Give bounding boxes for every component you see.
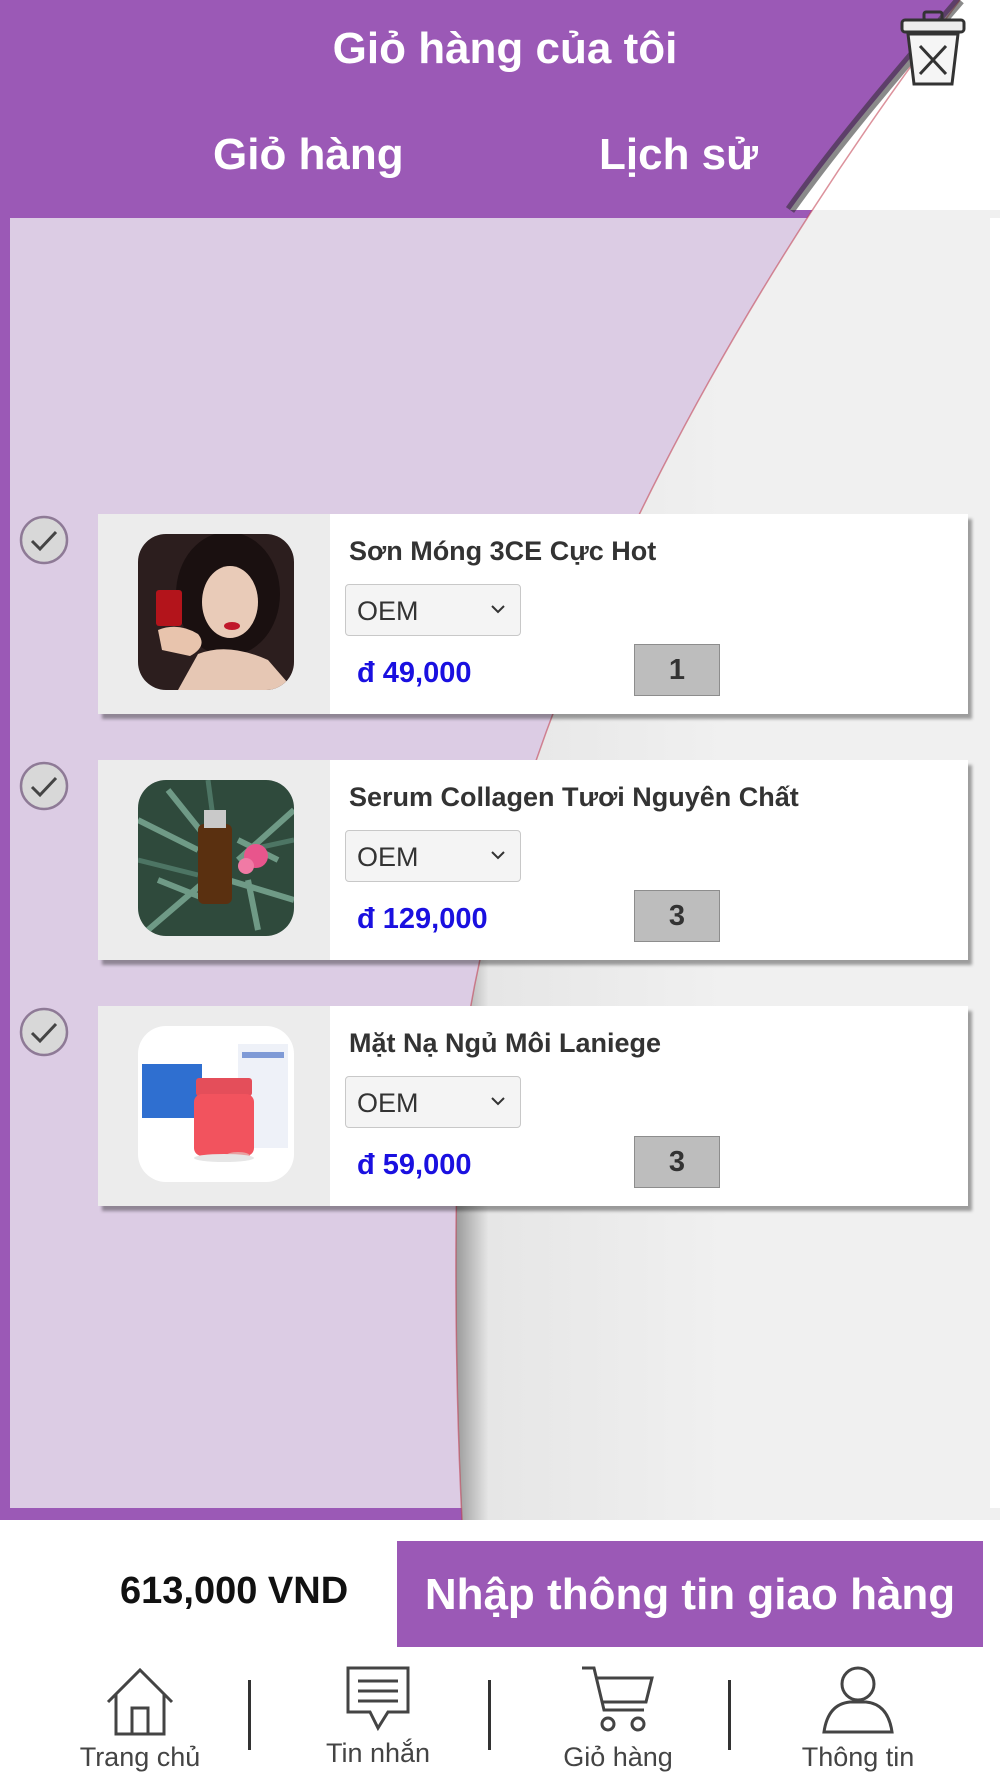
product-image[interactable]	[138, 534, 294, 690]
quantity-field[interactable]: 3	[634, 1136, 720, 1188]
cart-screen: Giỏ hàng của tôi Giỏ hàng Lịch sử Sơn Mó…	[0, 0, 1000, 1778]
product-price: đ 59,000	[357, 1149, 472, 1181]
nav-divider	[248, 1680, 251, 1750]
nav-label: Tin nhắn	[325, 1738, 431, 1768]
product-name: Mặt Nạ Ngủ Môi Laniege	[349, 1028, 662, 1058]
nav-label: Thông tin	[801, 1742, 915, 1772]
variant-select[interactable]: OEM	[345, 830, 521, 882]
product-price: đ 129,000	[357, 903, 488, 935]
nav-item-cart[interactable]: Giỏ hàng	[518, 1660, 718, 1778]
cart-icon	[582, 1666, 654, 1732]
message-icon	[346, 1666, 410, 1732]
variant-value: OEM	[357, 596, 419, 626]
nav-label: Trang chủ	[79, 1742, 201, 1772]
variant-value: OEM	[357, 1088, 419, 1118]
product-price: đ 49,000	[357, 657, 472, 689]
product-image[interactable]	[138, 1026, 294, 1182]
product-name: Serum Collagen Tươi Nguyên Chất	[349, 782, 799, 812]
nav-item-profile[interactable]: Thông tin	[758, 1660, 958, 1778]
cart-total: 613,000 VND	[120, 1570, 349, 1612]
product-name: Sơn Móng 3CE Cực Hot	[349, 536, 657, 566]
chevron-down-icon	[491, 1097, 505, 1106]
chevron-down-icon	[491, 605, 505, 614]
tab-cart[interactable]: Giỏ hàng	[213, 130, 404, 180]
nav-divider	[728, 1680, 731, 1750]
user-icon	[822, 1666, 894, 1734]
quantity-field[interactable]: 1	[634, 644, 720, 696]
nav-item-home[interactable]: Trang chủ	[40, 1660, 240, 1778]
variant-select[interactable]: OEM	[345, 1076, 521, 1128]
nav-divider	[488, 1680, 491, 1750]
trash-icon[interactable]	[898, 10, 968, 88]
tab-history[interactable]: Lịch sử	[599, 130, 758, 180]
cart-item-card: Sơn Móng 3CE Cực Hot OEM đ 49,000 1	[98, 514, 968, 714]
enter-shipping-info-button[interactable]: Nhập thông tin giao hàng	[397, 1541, 983, 1647]
page-title: Giỏ hàng của tôi	[332, 24, 678, 73]
cart-item-card: Serum Collagen Tươi Nguyên Chất OEM đ 12…	[98, 760, 968, 960]
nav-label: Giỏ hàng	[563, 1742, 673, 1772]
item-select-check-icon[interactable]	[18, 1006, 70, 1058]
item-select-check-icon[interactable]	[18, 514, 70, 566]
chevron-down-icon	[491, 851, 505, 860]
bottom-navigation: Trang chủ Tin nhắn Giỏ hàng Thông tin	[0, 1660, 1000, 1778]
nav-item-messages[interactable]: Tin nhắn	[278, 1660, 478, 1778]
product-image[interactable]	[138, 780, 294, 936]
home-icon	[106, 1667, 174, 1736]
item-select-check-icon[interactable]	[18, 760, 70, 812]
quantity-field[interactable]: 3	[634, 890, 720, 942]
variant-select[interactable]: OEM	[345, 584, 521, 636]
variant-value: OEM	[357, 842, 419, 872]
cart-item-card: Mặt Nạ Ngủ Môi Laniege OEM đ 59,000 3	[98, 1006, 968, 1206]
